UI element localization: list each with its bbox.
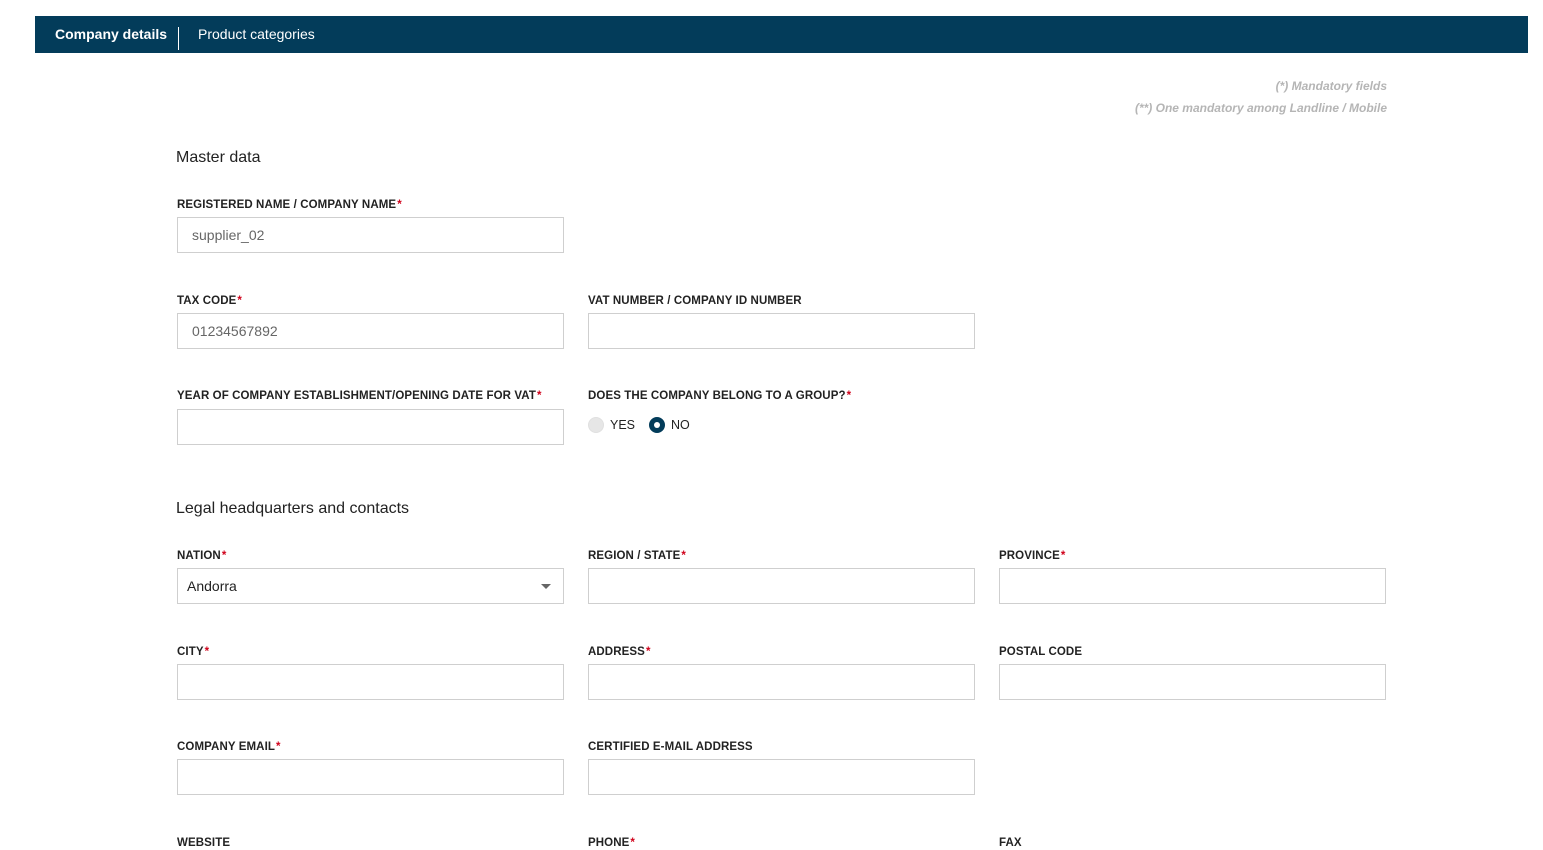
year-established-label: YEAR OF COMPANY ESTABLISHMENT/OPENING DA… [177,390,542,402]
radio-yes-label: YES [610,418,636,432]
year-established-label-text: YEAR OF COMPANY ESTABLISHMENT/OPENING DA… [177,390,536,402]
nation-label-text: NATION [177,550,221,562]
address-label: ADDRESS* [588,646,651,658]
landline-mobile-note: (**) One mandatory among Landline / Mobi… [1134,101,1387,115]
required-mark: * [681,550,686,562]
phone-label: PHONE* [588,837,635,849]
company-email-input[interactable] [177,759,564,795]
certified-email-input[interactable] [588,759,975,795]
master-data-title: Master data [176,149,261,166]
mandatory-fields-note: (*) Mandatory fields [1275,79,1387,93]
province-label: PROVINCE* [999,550,1065,562]
tax-code-input[interactable] [177,313,564,349]
website-label: WEBSITE [177,837,231,849]
region-label: REGION / STATE* [588,550,686,562]
chevron-down-icon [541,584,551,589]
tab-bar: Company details Product categories [35,16,1528,53]
required-mark: * [204,646,210,658]
registered-name-label-text: REGISTERED NAME / COMPANY NAME [177,199,397,211]
radio-yes-circle[interactable] [588,417,604,433]
nation-select[interactable]: Andorra [177,568,564,604]
nation-select-value: Andorra [187,578,237,594]
required-mark: * [630,837,635,849]
postal-code-input[interactable] [999,664,1386,700]
company-email-label: COMPANY EMAIL* [177,741,281,753]
city-input[interactable] [177,664,564,700]
vat-number-input[interactable] [588,313,975,349]
legal-headquarters-title: Legal headquarters and contacts [176,500,410,517]
belongs-to-group-label-text: DOES THE COMPANY BELONG TO A GROUP? [588,390,846,402]
address-input[interactable] [588,664,975,700]
region-label-text: REGION / STATE [588,550,681,562]
company-email-label-text: COMPANY EMAIL [177,741,275,753]
registered-name-label: REGISTERED NAME / COMPANY NAME* [177,199,402,211]
radio-no-circle[interactable] [649,417,665,433]
postal-code-label: POSTAL CODE [999,646,1083,658]
required-mark: * [536,390,542,402]
city-label-text: CITY [177,646,204,658]
required-mark: * [645,646,651,658]
required-mark: * [397,199,402,211]
phone-label-text: PHONE [588,837,630,849]
belongs-to-group-label: DOES THE COMPANY BELONG TO A GROUP?* [588,390,851,402]
required-mark: * [846,390,852,402]
tab-divider [178,27,179,50]
year-established-input[interactable] [177,409,564,445]
region-input[interactable] [588,568,975,604]
city-label: CITY* [177,646,209,658]
province-input[interactable] [999,568,1386,604]
tax-code-label: TAX CODE* [177,295,242,307]
tab-company-details[interactable]: Company details [55,16,167,53]
radio-no-label: NO [671,418,690,432]
address-label-text: ADDRESS [588,646,645,658]
certified-email-label: CERTIFIED E-MAIL ADDRESS [588,741,753,753]
tax-code-label-text: TAX CODE [177,295,237,307]
province-label-text: PROVINCE [999,550,1060,562]
nation-label: NATION* [177,550,226,562]
required-mark: * [1060,550,1066,562]
registered-name-input[interactable] [177,217,564,253]
required-mark: * [221,550,227,562]
required-mark: * [276,741,281,753]
vat-number-label: VAT NUMBER / COMPANY ID NUMBER [588,295,802,307]
tab-product-categories[interactable]: Product categories [198,16,315,53]
required-mark: * [237,295,242,307]
fax-label: FAX [999,837,1022,849]
